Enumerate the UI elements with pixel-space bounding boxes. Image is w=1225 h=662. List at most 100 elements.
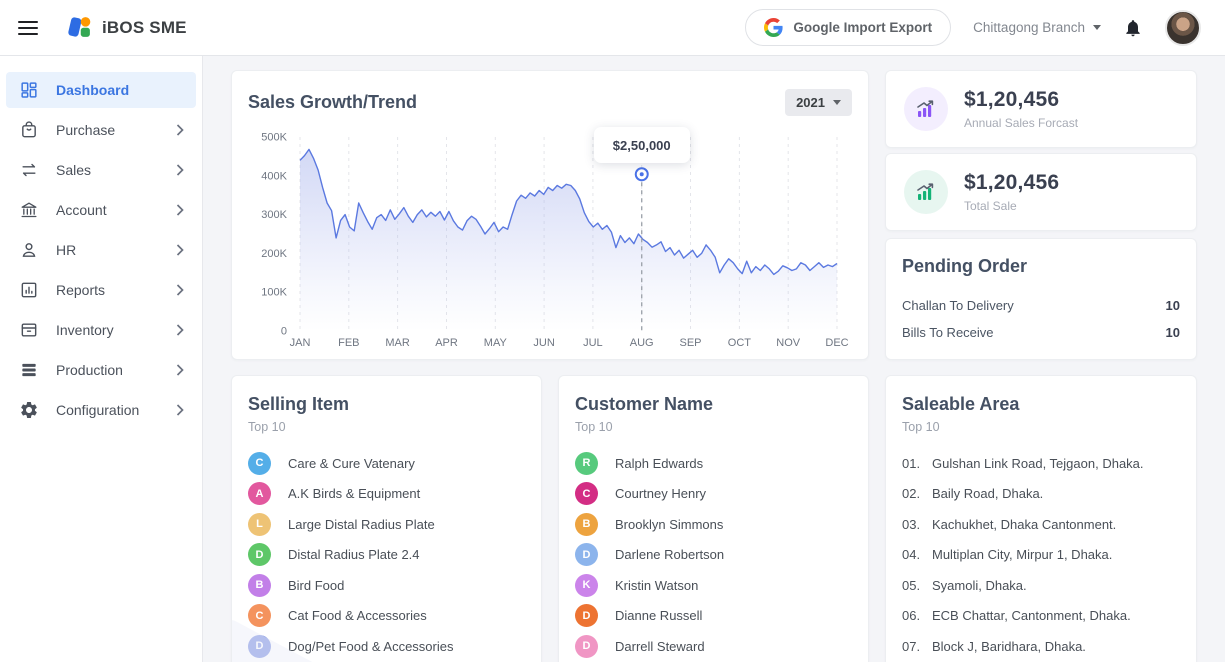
pending-order-title: Pending Order	[902, 256, 1180, 277]
list-item: D Dianne Russell	[575, 601, 852, 632]
x-tick-label: JUL	[583, 337, 603, 349]
item-number: 06.	[902, 608, 932, 623]
item-label: Distal Radius Plate 2.4	[288, 547, 420, 562]
branch-selector[interactable]: Chittagong Branch	[973, 20, 1101, 35]
chevron-right-icon	[176, 364, 184, 376]
item-initial-badge: A	[248, 482, 271, 505]
sidebar-item-dashboard[interactable]: Dashboard	[6, 72, 196, 108]
user-avatar[interactable]	[1165, 10, 1201, 46]
sidebar-item-label: Production	[56, 362, 123, 378]
sidebar-item-label: Inventory	[56, 322, 114, 338]
item-label: Care & Cure Vatenary	[288, 456, 415, 471]
sidebar-item-label: Dashboard	[56, 82, 129, 98]
list-item: 03. Kachukhet, Dhaka Cantonment.	[902, 509, 1180, 540]
y-tick-label: 400K	[261, 170, 287, 182]
stat-label: Annual Sales Forcast	[964, 116, 1078, 130]
pending-row-label: Bills To Receive	[902, 325, 994, 340]
x-tick-label: MAY	[484, 337, 508, 349]
x-tick-label: MAR	[385, 337, 410, 349]
item-initial-badge: B	[575, 513, 598, 536]
hamburger-menu-icon[interactable]	[18, 21, 38, 35]
x-tick-label: JUN	[533, 337, 554, 349]
list-item: R Ralph Edwards	[575, 448, 852, 479]
bar-chart-icon	[18, 279, 40, 301]
sidebar-item-label: Account	[56, 202, 107, 218]
item-number: 02.	[902, 486, 932, 501]
item-number: 01.	[902, 456, 932, 471]
selling-item-subtitle: Top 10	[248, 420, 525, 434]
google-logo-icon	[764, 18, 783, 37]
y-tick-label: 300K	[261, 209, 287, 221]
list-item: A A.K Birds & Equipment	[248, 479, 525, 510]
selling-item-card: Selling Item Top 10 C Care & Cure Vatena…	[231, 375, 542, 662]
chevron-right-icon	[176, 164, 184, 176]
google-button-label: Google Import Export	[793, 20, 932, 35]
sidebar-item-account[interactable]: Account	[6, 192, 196, 228]
list-item: 02. Baily Road, Dhaka.	[902, 479, 1180, 510]
x-tick-label: NOV	[776, 337, 801, 349]
stack-rows-icon	[18, 359, 40, 381]
gear-icon	[18, 399, 40, 421]
list-item: 04. Multiplan City, Mirpur 1, Dhaka.	[902, 540, 1180, 571]
pending-order-row: Bills To Receive 10	[902, 319, 1180, 346]
item-label: Syamoli, Dhaka.	[932, 578, 1027, 593]
customer-name-card: Customer Name Top 10 R Ralph Edwards C C…	[558, 375, 869, 662]
item-label: Bird Food	[288, 578, 344, 593]
list-item: C Cat Food & Accessories	[248, 601, 525, 632]
total-sale-card: $1,20,456 Total Sale	[885, 153, 1197, 231]
sidebar-item-production[interactable]: Production	[6, 352, 196, 388]
item-initial-badge: C	[575, 482, 598, 505]
stat-value: $1,20,456	[964, 171, 1059, 195]
y-tick-label: 100K	[261, 287, 287, 299]
sidebar-item-label: Sales	[56, 162, 91, 178]
list-item: D Darlene Robertson	[575, 540, 852, 571]
item-initial-badge: R	[575, 452, 598, 475]
pending-row-value: 10	[1166, 298, 1180, 313]
list-item: C Care & Cure Vatenary	[248, 448, 525, 479]
google-import-export-button[interactable]: Google Import Export	[745, 9, 951, 46]
dashboard-content: Sales Growth/Trend 2021 JANFEBMARAPRMAYJ…	[203, 56, 1225, 662]
chevron-down-icon	[833, 100, 841, 105]
sidebar-item-inventory[interactable]: Inventory	[6, 312, 196, 348]
tooltip-marker-dot	[640, 172, 644, 176]
sidebar-item-sales[interactable]: Sales	[6, 152, 196, 188]
item-label: Cat Food & Accessories	[288, 608, 427, 623]
sidebar-item-purchase[interactable]: Purchase	[6, 112, 196, 148]
sidebar-item-label: Purchase	[56, 122, 115, 138]
swap-arrows-icon	[18, 159, 40, 181]
list-item: 07. Block J, Baridhara, Dhaka.	[902, 631, 1180, 662]
saleable-area-card: Saleable Area Top 10 01. Gulshan Link Ro…	[885, 375, 1197, 662]
sidebar-item-reports[interactable]: Reports	[6, 272, 196, 308]
item-label: Courtney Henry	[615, 486, 706, 501]
year-dropdown[interactable]: 2021	[785, 89, 852, 116]
pending-order-row: Challan To Delivery 10	[902, 292, 1180, 319]
customer-name-subtitle: Top 10	[575, 420, 852, 434]
item-label: ECB Chattar, Cantonment, Dhaka.	[932, 608, 1131, 623]
item-number: 05.	[902, 578, 932, 593]
item-initial-badge: L	[248, 513, 271, 536]
item-initial-badge: D	[575, 635, 598, 658]
app-brand: iBOS SME	[66, 14, 187, 41]
sidebar-item-configuration[interactable]: Configuration	[6, 392, 196, 428]
item-label: Gulshan Link Road, Tejgaon, Dhaka.	[932, 456, 1144, 471]
notifications-bell-icon[interactable]	[1123, 18, 1143, 38]
stat-value: $1,20,456	[964, 88, 1078, 112]
item-initial-badge: B	[248, 574, 271, 597]
item-label: Ralph Edwards	[615, 456, 703, 471]
saleable-area-subtitle: Top 10	[902, 420, 1180, 434]
x-tick-label: DEC	[825, 337, 848, 349]
sidebar-item-label: Configuration	[56, 402, 139, 418]
sidebar-item-label: Reports	[56, 282, 105, 298]
branch-label: Chittagong Branch	[973, 20, 1085, 35]
list-item: B Bird Food	[248, 570, 525, 601]
chart-title: Sales Growth/Trend	[248, 92, 417, 113]
chevron-down-icon	[1093, 25, 1101, 30]
y-tick-label: 500K	[261, 132, 287, 144]
person-icon	[18, 239, 40, 261]
sidebar-item-label: HR	[56, 242, 76, 258]
chevron-right-icon	[176, 404, 184, 416]
y-tick-label: 0	[281, 326, 287, 338]
list-item: L Large Distal Radius Plate	[248, 509, 525, 540]
sidebar-item-hr[interactable]: HR	[6, 232, 196, 268]
selling-item-title: Selling Item	[248, 394, 525, 415]
